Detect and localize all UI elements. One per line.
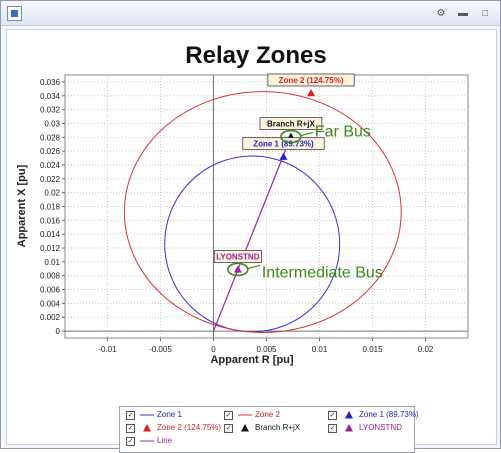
legend-checkbox[interactable]: ✓ [328,411,337,420]
x-tick-label: 0.005 [256,345,277,354]
branch-r-jx-label: Branch R+jX [267,120,315,129]
y-axis-label: Apparent X [pu] [16,164,28,247]
minimize-button[interactable]: ▬ [453,5,473,22]
legend-line-symbol [140,440,154,442]
y-tick-label: 0.01 [44,258,60,267]
legend-label: LYONSTND [359,423,402,432]
legend-line-symbol [140,414,154,416]
legend-checkbox[interactable]: ✓ [126,437,135,446]
legend-label: Line [157,436,173,445]
y-tick-label: 0.006 [40,286,61,295]
legend-checkbox[interactable]: ✓ [224,424,233,433]
y-tick-label: 0.016 [40,216,61,225]
x-tick-label: 0.015 [363,345,384,354]
legend-label: Zone 1 [157,410,182,419]
legend-checkbox[interactable]: ✓ [126,424,135,433]
x-tick-label: 0.02 [418,345,434,354]
x-axis-label: Apparent R [pu] [210,354,293,366]
legend-triangle-icon [345,411,353,419]
legend-label: Zone 1 (89.73%) [359,410,419,419]
maximize-button[interactable]: □ [475,5,495,22]
app-icon [7,6,22,21]
legend-label: Zone 2 [255,410,280,419]
legend-triangle-icon [345,424,353,432]
zone-2-124-75-label: Zone 2 (124.75%) [279,76,344,85]
x-tick-label: 0.01 [312,345,328,354]
y-tick-label: 0.002 [40,313,61,322]
legend-label: Zone 2 (124.75%) [157,423,222,432]
settings-button[interactable]: ⚙ [431,5,451,22]
y-tick-label: 0.012 [40,244,61,253]
y-tick-label: 0.014 [40,230,61,239]
y-tick-label: 0.02 [44,189,60,198]
y-tick-label: 0.008 [40,272,61,281]
legend-triangle-icon [241,424,249,432]
relay-zones-chart: Relay Zones -0.01 -0.005 0 0.005 0.01 0.015 0.… [16,42,469,366]
chart-panel: Relay Zones -0.01 -0.005 0 0.005 0.01 0.015 0.… [6,29,497,453]
legend-checkbox[interactable]: ✓ [224,411,233,420]
lyonstnd-label: LYONSTND [216,252,259,261]
legend-triangle-icon [143,424,151,432]
x-tick-label: 0 [211,345,216,354]
x-tick-label: -0.01 [98,345,117,354]
y-tick-label: 0.004 [40,299,61,308]
legend-checkbox[interactable]: ✓ [126,411,135,420]
intermediate-bus-annotation: Intermediate Bus [262,264,383,281]
chart-title: Relay Zones [185,42,326,69]
y-tick-label: 0.026 [40,147,61,156]
y-tick-label: 0.024 [40,161,61,170]
chart-legend: ✓ Zone 1 ✓ Zone 2 ✓ Zone 1 (89.73%) ✓ Zone 2 (1… [119,406,419,453]
y-tick-label: 0.03 [44,119,60,128]
y-tick-label: 0 [56,327,61,336]
far-bus-annotation: Far Bus [315,124,371,141]
y-tick-label: 0.034 [40,92,61,101]
legend-label: Branch R+jX [255,423,301,432]
y-tick-label: 0.022 [40,175,61,184]
title-bar: ⚙ ▬ □ [1,1,500,26]
y-tick-label: 0.032 [40,106,61,115]
y-tick-label: 0.018 [40,203,61,212]
y-tick-label: 0.028 [40,133,61,142]
legend-checkbox[interactable]: ✓ [328,424,337,433]
legend-line-symbol [238,414,252,416]
x-tick-label: -0.005 [149,345,172,354]
y-tick-label: 0.036 [40,78,61,87]
relay-zones-window: ⚙ ▬ □ Relay Zones -0.01 -0.005 0 0.005 0.01 0… [0,0,501,453]
